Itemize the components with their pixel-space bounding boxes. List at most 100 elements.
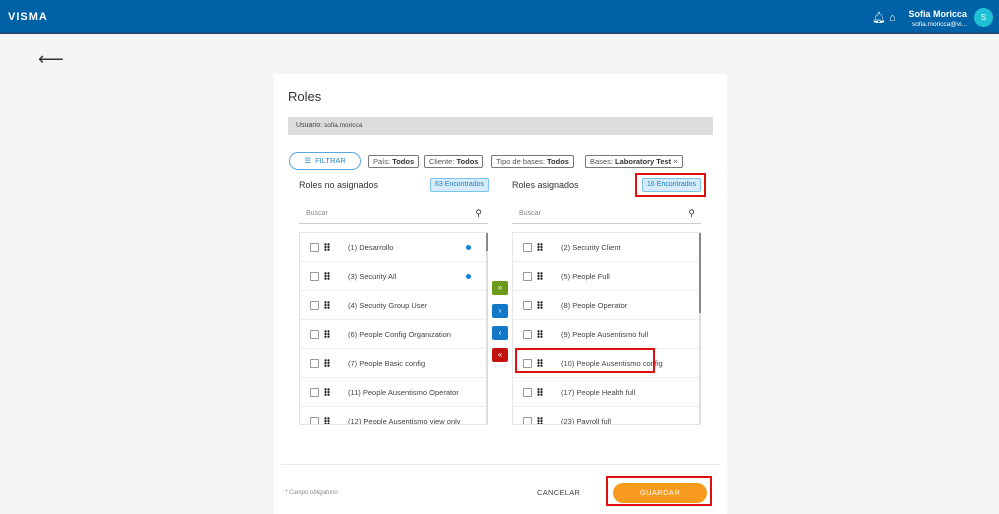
- role-label: (12) People Ausentismo view only: [348, 417, 461, 425]
- unassigned-search[interactable]: Buscar ⚲: [299, 205, 488, 224]
- checkbox[interactable]: [310, 388, 319, 397]
- list-item[interactable]: (1) Desarrollo: [300, 233, 488, 262]
- filter-chip-tipo[interactable]: Tipo de bases: Todos: [491, 155, 574, 168]
- role-label: (11) People Ausentismo Operator: [348, 388, 459, 397]
- list-item[interactable]: (9) People Ausentismo full: [513, 320, 701, 349]
- add-button[interactable]: ›: [492, 304, 508, 318]
- filter-chip-cliente[interactable]: Cliente: Todos: [424, 155, 484, 168]
- role-label: (4) Security Group User: [348, 301, 428, 310]
- back-arrow-icon[interactable]: ⟵: [38, 49, 64, 70]
- user-field: Usuario: sofia.moricca: [288, 117, 713, 135]
- role-label: (6) People Config Organization: [348, 330, 451, 339]
- assigned-title: Roles asignados: [512, 180, 579, 190]
- checkbox[interactable]: [523, 417, 532, 424]
- filter-label: FILTRAR: [315, 156, 346, 165]
- remove-all-button[interactable]: «: [492, 348, 508, 362]
- checkbox[interactable]: [310, 359, 319, 368]
- search-icon[interactable]: ⚲: [475, 208, 482, 219]
- checkbox[interactable]: [310, 243, 319, 252]
- list-item[interactable]: (17) People Health full: [513, 378, 701, 407]
- roles-card: Roles Usuario: sofia.moricca ☰ FILTRAR P…: [274, 74, 727, 514]
- scrollbar[interactable]: [486, 233, 488, 424]
- search-placeholder: Buscar: [519, 210, 541, 217]
- page-title: Roles: [288, 89, 322, 104]
- checkbox[interactable]: [310, 272, 319, 281]
- highlight-box: [635, 173, 706, 197]
- sliders-icon: ☰: [304, 156, 311, 165]
- chip-label: Tipo de bases:: [496, 157, 545, 166]
- drag-handle-icon[interactable]: [324, 272, 330, 280]
- drag-handle-icon[interactable]: [324, 417, 330, 424]
- role-label: (3) Security All: [348, 272, 397, 281]
- drag-handle-icon[interactable]: [324, 388, 330, 396]
- checkbox[interactable]: [310, 330, 319, 339]
- drag-handle-icon[interactable]: [537, 417, 543, 424]
- role-label: (17) People Health full: [561, 388, 636, 397]
- assigned-list: (2) Security Client (5) People Full (8) Pe…: [512, 232, 701, 425]
- drag-handle-icon[interactable]: [537, 243, 543, 251]
- checkbox[interactable]: [310, 301, 319, 310]
- status-dot: [466, 245, 471, 250]
- chip-value: Todos: [547, 157, 569, 166]
- list-item[interactable]: (4) Security Group User: [300, 291, 488, 320]
- drag-handle-icon[interactable]: [537, 272, 543, 280]
- top-header: VISMA 🔔︎ ⌂ Sofia Moricca sofia.moricca@v…: [0, 0, 999, 34]
- chip-value: Laboratory Test: [615, 157, 672, 166]
- checkbox[interactable]: [523, 388, 532, 397]
- drag-handle-icon[interactable]: [537, 330, 543, 338]
- chip-label: Bases:: [590, 157, 613, 166]
- drag-handle-icon[interactable]: [324, 301, 330, 309]
- drag-handle-icon[interactable]: [324, 359, 330, 367]
- avatar[interactable]: S: [974, 8, 993, 27]
- list-item[interactable]: (11) People Ausentismo Operator: [300, 378, 488, 407]
- highlight-box: [515, 348, 655, 373]
- filter-chip-pais[interactable]: País: Todos: [368, 155, 420, 168]
- scrollbar[interactable]: [699, 233, 701, 424]
- role-label: (7) People Basic config: [348, 359, 426, 368]
- close-icon[interactable]: ×: [673, 157, 677, 166]
- drag-handle-icon[interactable]: [324, 243, 330, 251]
- search-icon[interactable]: ⚲: [688, 208, 695, 219]
- user-value: sofia.moricca: [324, 122, 363, 129]
- filter-chip-bases[interactable]: Bases: Laboratory Test ×: [585, 155, 683, 168]
- highlight-box: [606, 476, 712, 506]
- drag-handle-icon[interactable]: [537, 301, 543, 309]
- checkbox[interactable]: [523, 330, 532, 339]
- assigned-search[interactable]: Buscar ⚲: [512, 205, 701, 224]
- checkbox[interactable]: [310, 417, 319, 424]
- checkbox[interactable]: [523, 272, 532, 281]
- add-all-button[interactable]: »: [492, 281, 508, 295]
- search-placeholder: Buscar: [306, 210, 328, 217]
- user-label: Usuario:: [296, 122, 323, 129]
- user-name: Sofia Moricca: [908, 9, 967, 19]
- home-icon[interactable]: ⌂: [889, 12, 896, 24]
- bell-icon[interactable]: 🔔︎: [872, 12, 886, 24]
- role-label: (23) Payroll full: [561, 417, 612, 425]
- chip-value: Todos: [456, 157, 479, 166]
- list-item[interactable]: (3) Security All: [300, 262, 488, 291]
- checkbox[interactable]: [523, 301, 532, 310]
- list-item[interactable]: (7) People Basic config: [300, 349, 488, 378]
- divider: [281, 464, 721, 465]
- drag-handle-icon[interactable]: [537, 388, 543, 396]
- list-item[interactable]: (12) People Ausentismo view only: [300, 407, 488, 425]
- list-item[interactable]: (23) Payroll full: [513, 407, 701, 425]
- filter-button[interactable]: ☰ FILTRAR: [289, 152, 361, 170]
- chip-label: País:: [373, 157, 391, 166]
- user-email: sofia.moricca@vi...: [912, 21, 967, 28]
- cancel-button[interactable]: CANCELAR: [537, 488, 580, 497]
- list-item[interactable]: (8) People Operator: [513, 291, 701, 320]
- required-note: * Campo obligatorio: [285, 490, 338, 496]
- visma-logo[interactable]: VISMA: [8, 11, 48, 23]
- list-item[interactable]: (5) People Full: [513, 262, 701, 291]
- list-item[interactable]: (2) Security Client: [513, 233, 701, 262]
- chip-label: Cliente:: [429, 157, 455, 166]
- remove-button[interactable]: ‹: [492, 326, 508, 340]
- status-dot: [466, 274, 471, 279]
- list-item[interactable]: (6) People Config Organization: [300, 320, 488, 349]
- checkbox[interactable]: [523, 243, 532, 252]
- role-label: (1) Desarrollo: [348, 243, 394, 252]
- unassigned-count: 63 Encontrados: [430, 178, 490, 192]
- unassigned-title: Roles no asignados: [299, 180, 379, 190]
- drag-handle-icon[interactable]: [324, 330, 330, 338]
